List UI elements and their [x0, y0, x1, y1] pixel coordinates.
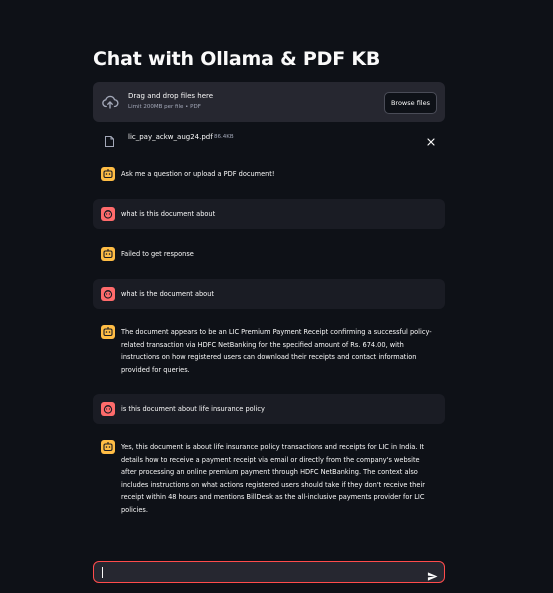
user-face-icon — [101, 402, 115, 416]
user-face-icon — [101, 207, 115, 221]
browse-files-button[interactable]: Browse files — [383, 92, 437, 114]
send-icon[interactable] — [427, 567, 438, 581]
chat-input-container — [93, 561, 445, 583]
bot-face-icon — [101, 325, 115, 339]
bot-face-icon — [101, 167, 115, 181]
uploaded-file-item: lic_pay_ackw_aug24.pdf 86.4KB — [93, 128, 445, 148]
chat-message-assistant: Failed to get response — [93, 243, 445, 265]
message-text: what is this document about — [121, 210, 216, 218]
chat-message-user: what is the document about — [93, 279, 445, 309]
message-text: is this document about life insurance po… — [121, 405, 265, 413]
message-text: Failed to get response — [121, 250, 194, 258]
bot-face-icon — [101, 440, 115, 454]
page-title: Chat with Ollama & PDF KB — [93, 48, 381, 70]
chat-message-assistant: Ask me a question or upload a PDF docume… — [93, 163, 445, 185]
chat-app: Chat with Ollama & PDF KB Drag and drop … — [0, 0, 553, 593]
message-text: Ask me a question or upload a PDF docume… — [121, 170, 275, 178]
file-icon — [105, 132, 114, 147]
uploaded-file-name: lic_pay_ackw_aug24.pdf — [128, 133, 213, 141]
chat-message-assistant: Yes, this document is about life insuran… — [93, 436, 445, 514]
chat-message-user: what is this document about — [93, 199, 445, 229]
dropzone-title: Drag and drop files here — [128, 92, 214, 100]
text-cursor — [102, 567, 103, 578]
message-text: what is the document about — [121, 290, 214, 298]
uploaded-file-size: 86.4KB — [214, 134, 234, 140]
cloud-upload-icon — [101, 93, 119, 111]
chat-input[interactable] — [100, 564, 404, 582]
close-icon[interactable] — [426, 132, 436, 146]
chat-message-user: is this document about life insurance po… — [93, 394, 445, 424]
chat-message-assistant: The document appears to be an LIC Premiu… — [93, 321, 445, 379]
message-text: The document appears to be an LIC Premiu… — [121, 328, 432, 374]
user-face-icon — [101, 287, 115, 301]
bot-face-icon — [101, 247, 115, 261]
file-uploader-dropzone[interactable]: Drag and drop files here Limit 200MB per… — [93, 82, 445, 122]
message-text: Yes, this document is about life insuran… — [121, 443, 425, 514]
dropzone-limits: Limit 200MB per file • PDF — [128, 104, 201, 110]
